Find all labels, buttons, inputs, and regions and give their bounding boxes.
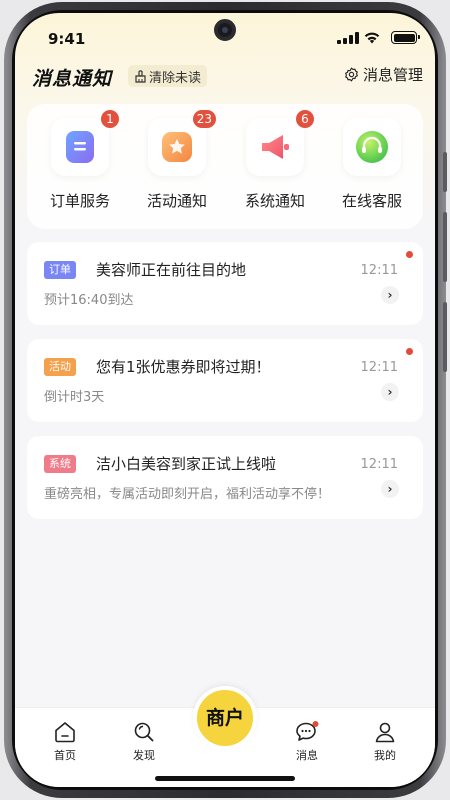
message-time: 12:11	[360, 263, 398, 278]
category-badge: 6	[296, 110, 314, 128]
order-icon	[66, 131, 94, 163]
message-tag: 系统	[44, 455, 76, 473]
tab-discover[interactable]: 发现	[114, 720, 174, 763]
message-settings-button[interactable]: 消息管理	[344, 64, 423, 85]
gear-icon	[345, 67, 358, 82]
bottom-tab-bar: 首页 发现 商户 消息 我的	[15, 686, 435, 787]
power-button	[443, 302, 447, 372]
message-card[interactable]: 系统 洁小白美容到家正试上线啦 重磅亮相，专属活动即刻开启，福利活动享不停！ 1…	[27, 436, 423, 519]
message-card[interactable]: 活动 您有1张优惠券即将过期！ 倒计时3天 12:11 ›	[27, 339, 423, 422]
user-icon	[375, 722, 395, 743]
category-tile: 1	[51, 110, 119, 176]
category-badge: 23	[192, 110, 216, 128]
category-activity[interactable]: 23 活动通知	[132, 110, 222, 211]
volume-button	[443, 152, 447, 192]
page-header: 消息通知 清除未读 消息管理	[15, 63, 435, 93]
clear-unread-label: 清除未读	[149, 70, 202, 86]
megaphone-icon	[262, 135, 289, 159]
message-subtitle: 重磅亮相，专属活动即刻开启，福利活动享不停！	[44, 487, 331, 502]
tab-label: 我的	[374, 749, 396, 762]
volume-button	[443, 212, 447, 282]
unread-dot	[406, 348, 413, 355]
category-order-service[interactable]: 1 订单服务	[35, 110, 125, 211]
tab-home[interactable]: 首页	[35, 720, 95, 763]
category-label: 订单服务	[49, 192, 110, 210]
message-time: 12:11	[360, 360, 398, 375]
message-subtitle: 预计16:40到达	[44, 293, 134, 308]
clear-unread-button[interactable]: 清除未读	[128, 65, 208, 87]
tab-messages[interactable]: 消息	[277, 720, 337, 763]
category-online-support[interactable]: 在线客服	[327, 118, 417, 211]
search-icon	[134, 722, 154, 742]
tab-label: 发现	[133, 749, 155, 762]
message-card[interactable]: 订单 美容师正在前往目的地 预计16:40到达 12:11 ›	[27, 242, 423, 325]
tab-mine[interactable]: 我的	[355, 720, 415, 763]
chat-bubble-icon	[296, 721, 319, 741]
broom-icon	[135, 69, 146, 83]
home-indicator[interactable]	[155, 776, 295, 781]
message-title: 洁小白美容到家正试上线啦	[96, 455, 277, 473]
chevron-right-icon[interactable]: ›	[381, 383, 399, 401]
merchant-button[interactable]: 商户	[193, 686, 257, 750]
status-time: 9:41	[48, 30, 86, 48]
message-title: 美容师正在前往目的地	[96, 261, 247, 279]
headset-icon	[356, 131, 388, 163]
message-time: 12:11	[360, 457, 398, 472]
chevron-right-icon[interactable]: ›	[381, 480, 399, 498]
status-bar: 9:41	[15, 13, 435, 63]
category-tile	[343, 118, 401, 176]
unread-dot	[406, 251, 413, 258]
category-label: 活动通知	[146, 192, 207, 210]
category-badge: 1	[101, 110, 119, 128]
home-icon	[55, 722, 75, 743]
page-title: 消息通知	[32, 64, 117, 91]
message-settings-label: 消息管理	[362, 66, 423, 84]
message-tag: 订单	[44, 261, 76, 279]
category-panel: 1 订单服务 23 活动通知 6 系统通知 在线客服	[27, 104, 423, 229]
battery-icon	[391, 31, 420, 44]
tab-label: 消息	[296, 749, 318, 762]
signal-icon	[337, 32, 359, 44]
message-tag: 活动	[44, 358, 76, 376]
category-tile: 23	[148, 110, 216, 176]
tab-label: 首页	[54, 749, 76, 762]
category-system[interactable]: 6 系统通知	[230, 110, 320, 211]
message-subtitle: 倒计时3天	[44, 390, 105, 405]
chevron-right-icon[interactable]: ›	[381, 286, 399, 304]
screen: 9:41 消息通知 清除未读 消息管理 1 订单服务 23 活动通知 6 系统通…	[15, 13, 435, 787]
wifi-icon	[364, 32, 380, 44]
message-title: 您有1张优惠券即将过期！	[96, 358, 271, 376]
category-label: 系统通知	[244, 192, 305, 210]
category-label: 在线客服	[341, 192, 402, 210]
front-camera	[214, 19, 236, 41]
category-tile: 6	[246, 110, 314, 176]
